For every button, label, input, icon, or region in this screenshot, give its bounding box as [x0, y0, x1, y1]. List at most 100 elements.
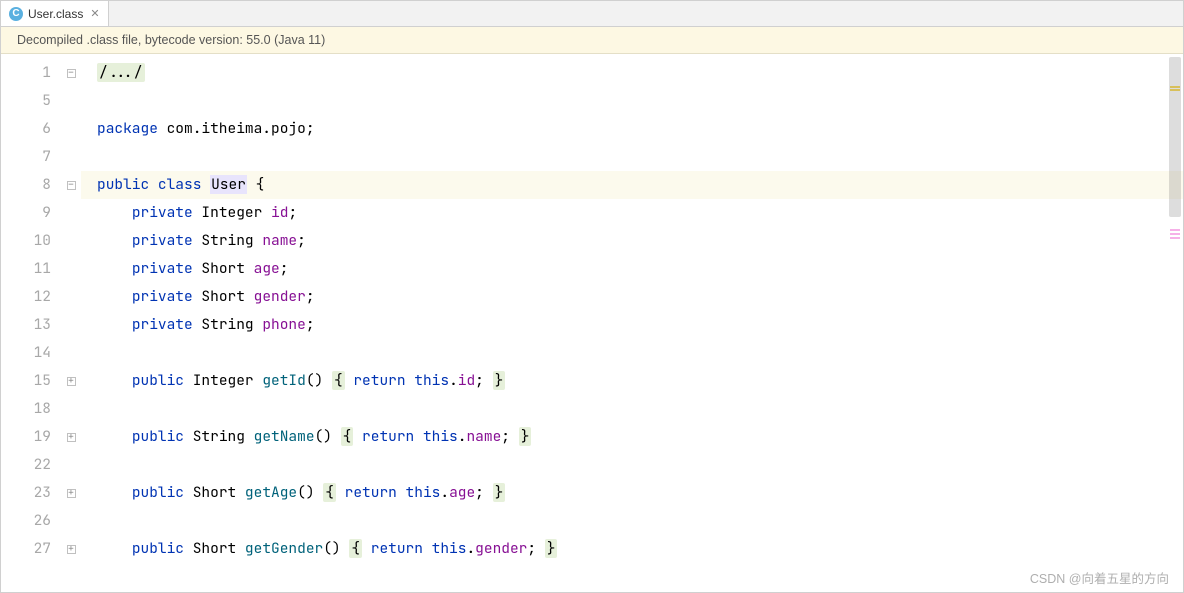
code-line[interactable]: public Integer getId() { return this.id;… — [97, 367, 1183, 395]
code-token: gender — [475, 539, 527, 558]
code-token: { — [256, 175, 265, 194]
code-token: () — [315, 427, 332, 446]
code-token — [158, 119, 167, 138]
close-icon[interactable]: ✕ — [90, 7, 99, 20]
code-token: name — [262, 231, 297, 250]
line-number: 19 — [1, 423, 61, 451]
code-token: () — [297, 483, 314, 502]
line-number: 9 — [1, 199, 61, 227]
code-token: . — [440, 483, 449, 502]
code-token: private — [132, 287, 193, 306]
code-token: . — [449, 371, 458, 390]
code-token: public — [132, 427, 184, 446]
code-editor[interactable]: 156789101112131415181922232627 −−++++ /.… — [1, 54, 1183, 589]
code-line[interactable]: private String name; — [97, 227, 1183, 255]
code-token — [236, 539, 245, 558]
fold-gutter[interactable]: − − + + + + — [61, 54, 81, 589]
fold-slot: + — [61, 479, 81, 507]
code-line[interactable]: public String getName() { return this.na… — [97, 423, 1183, 451]
code-token: this — [423, 427, 458, 446]
editor-tab[interactable]: C User.class ✕ — [1, 1, 109, 26]
decompiled-info-bar: Decompiled .class file, bytecode version… — [1, 27, 1183, 54]
code-line[interactable]: public Short getAge() { return this.age;… — [97, 479, 1183, 507]
code-token — [484, 371, 493, 390]
code-line[interactable]: public class User { — [97, 171, 1183, 199]
fold-collapse-icon[interactable]: − — [67, 69, 76, 78]
code-line[interactable]: /.../ — [97, 59, 1183, 87]
code-line[interactable] — [97, 87, 1183, 115]
line-number: 14 — [1, 339, 61, 367]
code-token: ; — [306, 315, 315, 334]
code-token — [97, 203, 132, 222]
code-line[interactable]: private String phone; — [97, 311, 1183, 339]
code-token: ; — [280, 259, 289, 278]
code-token — [247, 175, 256, 194]
code-token: } — [493, 371, 506, 390]
code-token: User — [210, 175, 247, 194]
code-line[interactable]: public Short getGender() { return this.g… — [97, 535, 1183, 563]
code-token: () — [306, 371, 323, 390]
line-number-gutter: 156789101112131415181922232627 — [1, 54, 61, 589]
code-token — [332, 427, 341, 446]
code-token: { — [341, 427, 354, 446]
line-number: 18 — [1, 395, 61, 423]
fold-expand-icon[interactable]: + — [67, 545, 76, 554]
code-token: id — [271, 203, 288, 222]
code-token — [353, 427, 362, 446]
code-token — [97, 315, 132, 334]
code-token: ; — [297, 231, 306, 250]
code-token — [362, 539, 371, 558]
code-token — [484, 483, 493, 502]
code-token: String — [201, 231, 253, 250]
code-token: { — [332, 371, 345, 390]
code-token — [184, 539, 193, 558]
tab-filename: User.class — [28, 7, 83, 21]
code-token: Integer — [193, 371, 254, 390]
code-token: ; — [288, 203, 297, 222]
code-area[interactable]: /.../ package com.itheima.pojo; public cla… — [81, 54, 1183, 589]
code-line[interactable]: private Short gender; — [97, 283, 1183, 311]
fold-expand-icon[interactable]: + — [67, 489, 76, 498]
fold-slot — [61, 451, 81, 479]
line-number: 1 — [1, 59, 61, 87]
code-token: . — [466, 539, 475, 558]
code-token: com.itheima.pojo — [167, 119, 306, 138]
fold-collapse-icon[interactable]: − — [67, 181, 76, 190]
code-token: public — [132, 371, 184, 390]
line-number: 15 — [1, 367, 61, 395]
code-token: public — [132, 539, 184, 558]
fold-expand-icon[interactable]: + — [67, 377, 76, 386]
code-line[interactable] — [97, 395, 1183, 423]
code-line[interactable]: private Short age; — [97, 255, 1183, 283]
fold-slot: + — [61, 535, 81, 563]
code-token — [149, 175, 158, 194]
code-token — [184, 371, 193, 390]
line-number: 22 — [1, 451, 61, 479]
code-token: Integer — [201, 203, 262, 222]
fold-expand-icon[interactable]: + — [67, 433, 76, 442]
code-line[interactable] — [97, 451, 1183, 479]
code-token — [236, 483, 245, 502]
code-token — [536, 539, 545, 558]
line-number: 11 — [1, 255, 61, 283]
code-token: } — [519, 427, 532, 446]
code-line[interactable]: private Integer id; — [97, 199, 1183, 227]
code-token: ; — [475, 371, 484, 390]
code-token: Short — [201, 259, 245, 278]
code-line[interactable]: package com.itheima.pojo; — [97, 115, 1183, 143]
code-token: } — [545, 539, 558, 558]
code-line[interactable] — [97, 507, 1183, 535]
code-token: ; — [306, 119, 315, 138]
code-token: public — [132, 483, 184, 502]
code-token: private — [132, 259, 193, 278]
fold-slot: + — [61, 423, 81, 451]
code-token: gender — [254, 287, 306, 306]
code-line[interactable] — [97, 339, 1183, 367]
code-token: () — [323, 539, 340, 558]
code-token — [97, 539, 132, 558]
code-token: String — [201, 315, 253, 334]
code-token: String — [193, 427, 245, 446]
code-token: return — [345, 483, 397, 502]
fold-slot — [61, 339, 81, 367]
code-line[interactable] — [97, 143, 1183, 171]
